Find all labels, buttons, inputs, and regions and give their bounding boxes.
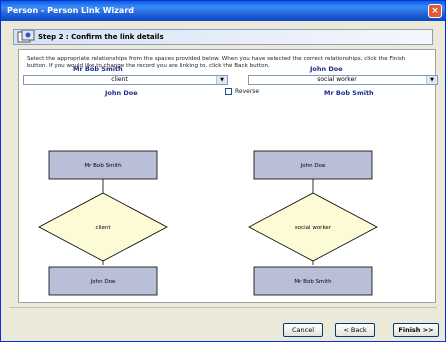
relationship-diagram: Mr Bob Smith client John Doe John Doe so… [38,150,378,296]
back-button[interactable]: < Back [335,323,375,337]
left-diamond-label: client [95,225,111,231]
wizard-window: Person - Person Link Wizard × Step 2 : C… [0,0,446,342]
right-top-box-label: John Doe [300,163,326,169]
left-bottom-box-label: John Doe [90,279,116,285]
cancel-button[interactable]: Cancel [283,323,323,337]
right-bottom-box-label: Mr Bob Smith [294,279,332,285]
finish-button[interactable]: Finish >> [393,323,439,337]
left-top-box-label: Mr Bob Smith [84,163,122,169]
right-diamond-label: social worker [295,225,332,231]
